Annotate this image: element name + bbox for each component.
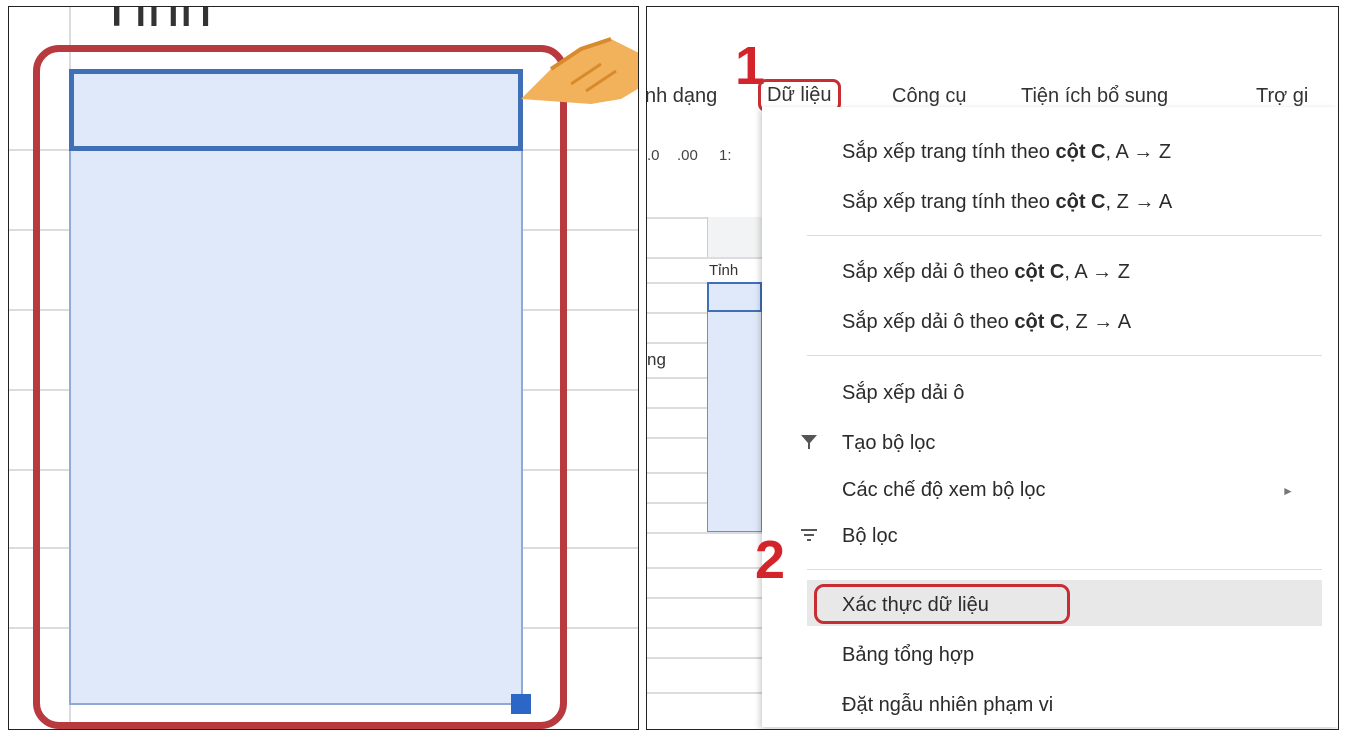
menu-item-sort-range-za[interactable]: Sắp xếp dải ô theo cột C, Z → A	[842, 311, 1131, 334]
menu-separator	[807, 569, 1322, 570]
menu-tools[interactable]: Công cụ	[892, 85, 967, 108]
grid-line	[647, 257, 762, 259]
selected-range[interactable]	[707, 282, 762, 532]
right-panel: 1 nh dạng Dữ liệu Công cụ Tiện ích bổ su…	[646, 6, 1339, 730]
column-c-header[interactable]	[707, 217, 768, 257]
highlight-outline	[33, 45, 567, 729]
grid-line	[647, 532, 762, 534]
more-formats-button[interactable]: 1:	[719, 147, 732, 164]
menu-item-create-filter[interactable]: Tạo bộ lọc	[842, 432, 935, 455]
menu-help[interactable]: Trợ gi	[1256, 85, 1308, 108]
menu-item-sort-sheet-az[interactable]: Sắp xếp trang tính theo cột C, A → Z	[842, 141, 1171, 164]
menu-item-pivot-table[interactable]: Bảng tổng hợp	[842, 644, 974, 667]
grid-line	[647, 657, 762, 659]
filter-lines-icon	[799, 525, 819, 551]
menu-item-sort-sheet-za[interactable]: Sắp xếp trang tính theo cột C, Z → A	[842, 191, 1172, 214]
step-2-label: 2	[755, 530, 786, 590]
menu-item-sort-range-az[interactable]: Sắp xếp dải ô theo cột C, A → Z	[842, 261, 1130, 284]
left-panel: Tỉnh	[8, 6, 639, 730]
decrease-decimal-button[interactable]: .0	[647, 147, 660, 164]
grid-line	[647, 692, 762, 694]
menu-item-randomize-range[interactable]: Đặt ngẫu nhiên phạm vi	[842, 694, 1053, 717]
menu-item-sort-range[interactable]: Sắp xếp dải ô	[842, 382, 964, 405]
data-menu-dropdown: Sắp xếp trang tính theo cột C, A → Z Sắp…	[762, 107, 1338, 727]
header-cell-text: Tỉnh	[709, 262, 739, 279]
menu-item-filter-views[interactable]: Các chế độ xem bộ lọc	[842, 479, 1045, 502]
grid-line	[647, 567, 762, 569]
grid-line	[647, 597, 762, 599]
cell-text: ng	[647, 350, 666, 369]
hand-pointer-icon	[521, 37, 638, 104]
filter-icon	[799, 432, 819, 458]
submenu-arrow-icon: ►	[1282, 484, 1294, 498]
column-header-text: Tỉnh	[99, 6, 212, 39]
grid-line	[647, 627, 762, 629]
menu-item-data-validation[interactable]: Xác thực dữ liệu	[842, 594, 989, 617]
active-cell[interactable]	[707, 282, 762, 312]
menu-separator	[807, 235, 1322, 236]
menu-format[interactable]: nh dạng	[647, 85, 717, 108]
menu-item-filter[interactable]: Bộ lọc	[842, 525, 898, 548]
increase-decimal-button[interactable]: .00	[677, 147, 698, 164]
menu-addons[interactable]: Tiện ích bổ sung	[1021, 85, 1168, 108]
menu-separator	[807, 355, 1322, 356]
